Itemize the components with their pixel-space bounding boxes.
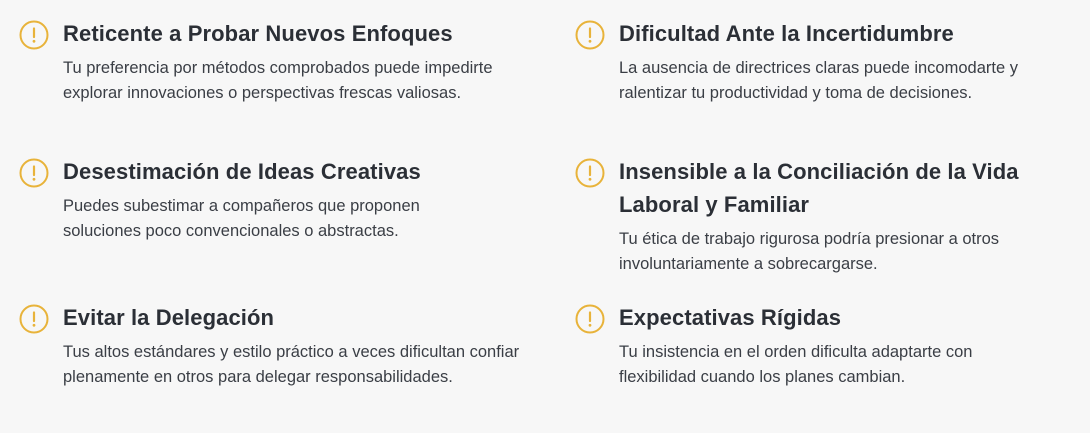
weaknesses-grid: Reticente a Probar Nuevos Enfoques Tu pr… — [0, 0, 1090, 433]
warning-circle-icon — [19, 304, 49, 334]
warning-circle-icon — [19, 158, 49, 188]
weakness-description: Tu insistencia en el orden dificulta ada… — [619, 343, 973, 386]
weakness-title: Insensible a la Conciliación de la Vida … — [619, 159, 1019, 217]
weakness-item: Evitar la Delegación Tus altos estándare… — [19, 301, 529, 390]
weakness-title: Expectativas Rígidas — [619, 305, 842, 330]
weakness-item: Reticente a Probar Nuevos Enfoques Tu pr… — [19, 17, 529, 106]
weakness-description: Puedes subestimar a compañeros que propo… — [63, 197, 420, 240]
weakness-description: Tus altos estándares y estilo práctico a… — [63, 343, 520, 386]
weakness-description: Tu ética de trabajo rigurosa podría pres… — [619, 230, 1000, 273]
weakness-item: Expectativas Rígidas Tu insistencia en e… — [575, 301, 1075, 390]
weakness-description: La ausencia de directrices claras puede … — [619, 59, 1018, 102]
weakness-title: Reticente a Probar Nuevos Enfoques — [63, 21, 453, 46]
weakness-title: Evitar la Delegación — [63, 305, 275, 330]
weakness-description: Tu preferencia por métodos comprobados p… — [63, 59, 493, 102]
weakness-item: Insensible a la Conciliación de la Vida … — [575, 155, 1075, 277]
warning-circle-icon — [575, 304, 605, 334]
weakness-item: Desestimación de Ideas Creativas Puedes … — [19, 155, 529, 244]
weakness-title: Dificultad Ante la Incertidumbre — [619, 21, 954, 46]
weakness-title: Desestimación de Ideas Creativas — [63, 159, 421, 184]
weakness-item: Dificultad Ante la Incertidumbre La ause… — [575, 17, 1075, 106]
warning-circle-icon — [19, 20, 49, 50]
warning-circle-icon — [575, 158, 605, 188]
warning-circle-icon — [575, 20, 605, 50]
